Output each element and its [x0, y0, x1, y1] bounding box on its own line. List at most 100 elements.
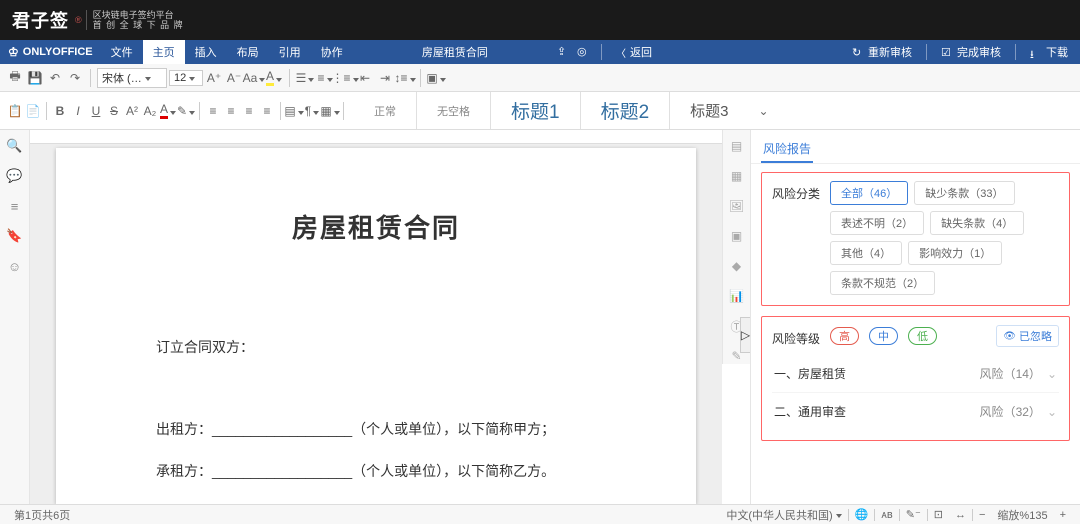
save-icon[interactable]: 💾: [26, 69, 44, 87]
doc-heading: 房屋租赁合同: [156, 208, 596, 245]
insert-object-icon[interactable]: ▣: [427, 69, 445, 87]
shading-icon[interactable]: ▤: [285, 102, 303, 120]
comments-icon[interactable]: 💬: [7, 168, 23, 184]
redo-icon[interactable]: ↷: [66, 69, 84, 87]
back-button[interactable]: 〈返回: [612, 42, 656, 62]
level-mid-chip[interactable]: 中: [869, 327, 898, 345]
font-decrease-icon[interactable]: A⁻: [225, 69, 243, 87]
outline-icon[interactable]: ≡: [7, 198, 23, 214]
spellcheck-icon[interactable]: ᴀʙ: [875, 509, 898, 521]
change-case-icon[interactable]: Aa: [245, 69, 263, 87]
chart-settings-icon[interactable]: 📊: [729, 288, 745, 304]
zoom-level[interactable]: 缩放%135: [991, 507, 1053, 523]
fit-width-icon[interactable]: ↔: [949, 509, 972, 521]
feedback-icon[interactable]: ☺: [7, 258, 23, 274]
language-indicator[interactable]: 中文(中华人民共和国): [720, 507, 847, 523]
styles-expand-icon[interactable]: ⌄: [755, 102, 773, 120]
risk-section-item[interactable]: 一、房屋租赁 风险（14）: [772, 355, 1059, 392]
font-family-select[interactable]: 宋体 (…: [97, 68, 167, 88]
print-icon[interactable]: 🖶: [6, 69, 24, 87]
track-changes-icon[interactable]: ✎⁻: [900, 508, 927, 521]
chip-unclear[interactable]: 表述不明（2）: [830, 211, 924, 235]
underline-icon[interactable]: U: [87, 102, 105, 120]
chip-lost-clause[interactable]: 缺失条款（4）: [930, 211, 1024, 235]
bold-icon[interactable]: B: [51, 102, 69, 120]
horizontal-ruler[interactable]: [30, 130, 722, 144]
font-increase-icon[interactable]: A⁺: [205, 69, 223, 87]
menu-tab-insert[interactable]: 插入: [185, 40, 227, 64]
document-canvas[interactable]: 房屋租赁合同 订立合同双方： 出租方：__________________（个人…: [30, 130, 722, 504]
chip-other[interactable]: 其他（4）: [830, 241, 902, 265]
level-low-chip[interactable]: 低: [908, 327, 937, 345]
highlight-icon[interactable]: A: [265, 69, 283, 87]
styles-row: 📋 📄 B I U S A² A₂ A ✎ ≡ ≡ ≡ ≡ ▤ ¶ ▦ 正常 无…: [0, 92, 1080, 130]
undo-icon[interactable]: ↶: [46, 69, 64, 87]
style-heading1[interactable]: 标题1: [491, 92, 581, 129]
align-left-icon[interactable]: ≡: [204, 102, 222, 120]
style-no-spacing[interactable]: 无空格: [417, 92, 491, 129]
risk-panel-tabs: 风险报告: [751, 130, 1080, 164]
multilevel-icon[interactable]: ⋮≡: [336, 69, 354, 87]
borders-icon[interactable]: ▦: [321, 102, 339, 120]
bookmark-icon[interactable]: 🔖: [7, 228, 23, 244]
chip-nonstandard[interactable]: 条款不规范（2）: [830, 271, 935, 295]
align-justify-icon[interactable]: ≡: [258, 102, 276, 120]
menu-tab-collab[interactable]: 协作: [311, 40, 353, 64]
italic-icon[interactable]: I: [69, 102, 87, 120]
brand-seal-icon: ®: [75, 15, 82, 25]
finish-review-button[interactable]: ☑完成审核: [937, 42, 1005, 62]
header-settings-icon[interactable]: ▣: [729, 228, 745, 244]
image-settings-icon[interactable]: 🖼: [729, 198, 745, 214]
page-indicator[interactable]: 第1页共6页: [8, 507, 76, 523]
download-icon: ⭳: [1030, 46, 1042, 58]
table-settings-icon[interactable]: ▦: [729, 168, 745, 184]
bullets-icon[interactable]: ☰: [296, 69, 314, 87]
search-icon[interactable]: 🔍: [7, 138, 23, 154]
ignored-toggle[interactable]: 已忽略: [996, 325, 1059, 347]
paste-icon[interactable]: 📄: [24, 102, 42, 120]
user-icon[interactable]: ◎: [577, 45, 591, 59]
font-size-select[interactable]: 12: [169, 70, 203, 86]
line-spacing-icon[interactable]: ↕≡: [396, 69, 414, 87]
paragraph-settings-icon[interactable]: ▤: [729, 138, 745, 154]
style-normal[interactable]: 正常: [354, 92, 417, 129]
superscript-icon[interactable]: A²: [123, 102, 141, 120]
paragraph-mark-icon[interactable]: ¶: [303, 102, 321, 120]
chip-missing-clause[interactable]: 缺少条款（33）: [914, 181, 1014, 205]
menu-tab-file[interactable]: 文件: [101, 40, 143, 64]
chip-all[interactable]: 全部（46）: [830, 181, 908, 205]
font-color-icon[interactable]: A: [159, 102, 177, 120]
align-right-icon[interactable]: ≡: [240, 102, 258, 120]
download-button[interactable]: ⭳下载: [1026, 42, 1072, 62]
strike-icon[interactable]: S: [105, 102, 123, 120]
shape-settings-icon[interactable]: ◆: [729, 258, 745, 274]
share-icon[interactable]: ⇪: [557, 45, 571, 59]
style-heading3[interactable]: 标题3: [670, 92, 748, 129]
indent-inc-icon[interactable]: ⇥: [376, 69, 394, 87]
risk-category-label: 风险分类: [772, 181, 820, 202]
doc-paragraph: 出租方：__________________（个人或单位），以下简称甲方；: [156, 417, 596, 441]
clear-format-icon[interactable]: ✎: [177, 102, 195, 120]
style-heading2[interactable]: 标题2: [581, 92, 671, 129]
tab-risk-report[interactable]: 风险报告: [761, 136, 813, 163]
copy-icon[interactable]: 📋: [6, 102, 24, 120]
doc-paragraph: 订立合同双方：: [156, 335, 596, 359]
level-high-chip[interactable]: 高: [830, 327, 859, 345]
zoom-out-button[interactable]: −: [973, 509, 991, 521]
fit-page-icon[interactable]: ⊡: [928, 508, 949, 521]
menu-tab-layout[interactable]: 布局: [227, 40, 269, 64]
document-page[interactable]: 房屋租赁合同 订立合同双方： 出租方：__________________（个人…: [56, 148, 696, 504]
chip-effect[interactable]: 影响效力（1）: [908, 241, 1002, 265]
subscript-icon[interactable]: A₂: [141, 102, 159, 120]
indent-dec-icon[interactable]: ⇤: [356, 69, 374, 87]
menu-tab-references[interactable]: 引用: [269, 40, 311, 64]
menu-tab-home[interactable]: 主页: [143, 40, 185, 64]
globe-icon[interactable]: 🌐: [849, 508, 875, 521]
refresh-icon: ↻: [852, 46, 864, 58]
align-center-icon[interactable]: ≡: [222, 102, 240, 120]
risk-section-item[interactable]: 二、通用审查 风险（32）: [772, 392, 1059, 430]
zoom-in-button[interactable]: +: [1054, 509, 1072, 521]
risk-level-box: 风险等级 高 中 低 已忽略 一、房屋租赁 风险（14） 二、通用审查 风险（3…: [761, 316, 1070, 441]
re-review-button[interactable]: ↻重新审核: [848, 42, 916, 62]
panel-collapse-handle[interactable]: ▷: [740, 317, 750, 353]
